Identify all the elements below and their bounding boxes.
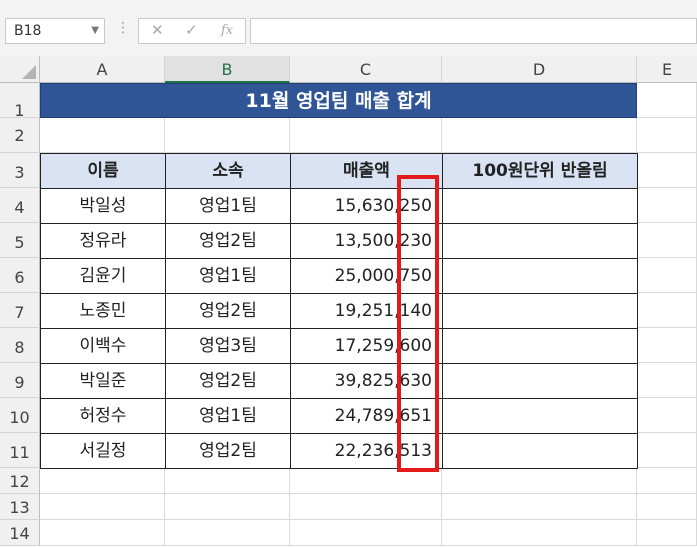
cell-name[interactable]: 박일준 [40,363,166,399]
cell-e13[interactable] [637,494,697,520]
formula-buttons: ✕ ✓ fx [138,18,246,44]
cell-b2[interactable] [165,118,290,153]
sheet-title[interactable]: 11월 영업팀 매출 합계 [40,83,637,118]
cell-name[interactable]: 허정수 [40,398,166,434]
header-rounded[interactable]: 100원단위 반올림 [442,153,638,189]
cell-team[interactable]: 영업2팀 [165,433,291,469]
name-box[interactable]: B18 ▼ [5,18,105,44]
cell-rounded[interactable] [442,433,638,469]
cell-e11[interactable] [637,433,697,468]
cell-rounded[interactable] [442,223,638,259]
cell-b12[interactable] [165,468,290,494]
row-header-1[interactable]: 1 [0,83,40,120]
column-header-c[interactable]: C [290,56,442,83]
cell-c14[interactable] [290,520,442,546]
cell-b14[interactable] [165,520,290,546]
row-header-14[interactable]: 14 [0,520,40,546]
function-icon[interactable]: fx [221,23,233,38]
select-all-corner[interactable] [0,56,40,83]
cell-c13[interactable] [290,494,442,520]
cell-e7[interactable] [637,293,697,328]
cell-team[interactable]: 영업1팀 [165,398,291,434]
row-header-6[interactable]: 6 [0,258,40,293]
header-name[interactable]: 이름 [40,153,166,189]
highlight-box [397,175,439,472]
row-header-10[interactable]: 10 [0,398,40,433]
cell-name[interactable]: 정유라 [40,223,166,259]
column-header-a[interactable]: A [40,56,165,83]
cell-team[interactable]: 영업1팀 [165,258,291,294]
cell-rounded[interactable] [442,293,638,329]
cell-a2[interactable] [40,118,165,153]
cell-c2[interactable] [290,118,442,153]
column-header-d[interactable]: D [442,56,637,83]
cell-d12[interactable] [442,468,637,494]
cell-name[interactable]: 김윤기 [40,258,166,294]
cell-team[interactable]: 영업2팀 [165,363,291,399]
row-header-5[interactable]: 5 [0,223,40,258]
row-header-13[interactable]: 13 [0,494,40,520]
cell-e3[interactable] [637,153,697,188]
cell-team[interactable]: 영업2팀 [165,223,291,259]
cell-e10[interactable] [637,398,697,433]
formula-bar: B18 ▼ ⋮ ✕ ✓ fx [0,8,697,56]
column-header-e[interactable]: E [637,56,697,83]
cell-d14[interactable] [442,520,637,546]
column-header-b[interactable]: B [165,56,290,83]
cell-e12[interactable] [637,468,697,494]
cell-d13[interactable] [442,494,637,520]
cell-name[interactable]: 서길정 [40,433,166,469]
formula-input[interactable] [250,18,697,44]
cell-e1[interactable] [637,83,697,118]
row-header-2[interactable]: 2 [0,118,40,153]
cell-rounded[interactable] [442,328,638,364]
row-header-7[interactable]: 7 [0,293,40,328]
cell-rounded[interactable] [442,398,638,434]
cell-e6[interactable] [637,258,697,293]
cell-a12[interactable] [40,468,165,494]
cell-a13[interactable] [40,494,165,520]
chevron-down-icon[interactable]: ▼ [91,19,99,43]
more-icon: ⋮ [116,20,130,36]
row-header-12[interactable]: 12 [0,468,40,494]
cell-d2[interactable] [442,118,637,153]
name-box-value: B18 [14,23,42,39]
cell-team[interactable]: 영업1팀 [165,188,291,224]
cancel-icon[interactable]: ✕ [151,21,164,39]
cell-rounded[interactable] [442,258,638,294]
cell-e9[interactable] [637,363,697,398]
cell-a14[interactable] [40,520,165,546]
cell-e8[interactable] [637,328,697,363]
cell-e5[interactable] [637,223,697,258]
row-header-4[interactable]: 4 [0,188,40,223]
cell-rounded[interactable] [442,363,638,399]
row-header-8[interactable]: 8 [0,328,40,363]
row-header-11[interactable]: 11 [0,433,40,468]
cell-e14[interactable] [637,520,697,546]
header-team[interactable]: 소속 [165,153,291,189]
row-header-3[interactable]: 3 [0,153,40,188]
cell-team[interactable]: 영업3팀 [165,328,291,364]
cell-name[interactable]: 노종민 [40,293,166,329]
cell-e4[interactable] [637,188,697,223]
cell-name[interactable]: 이백수 [40,328,166,364]
cell-rounded[interactable] [442,188,638,224]
cell-team[interactable]: 영업2팀 [165,293,291,329]
cell-name[interactable]: 박일성 [40,188,166,224]
row-header-9[interactable]: 9 [0,363,40,398]
cell-b13[interactable] [165,494,290,520]
confirm-icon[interactable]: ✓ [185,21,198,39]
cell-e2[interactable] [637,118,697,153]
